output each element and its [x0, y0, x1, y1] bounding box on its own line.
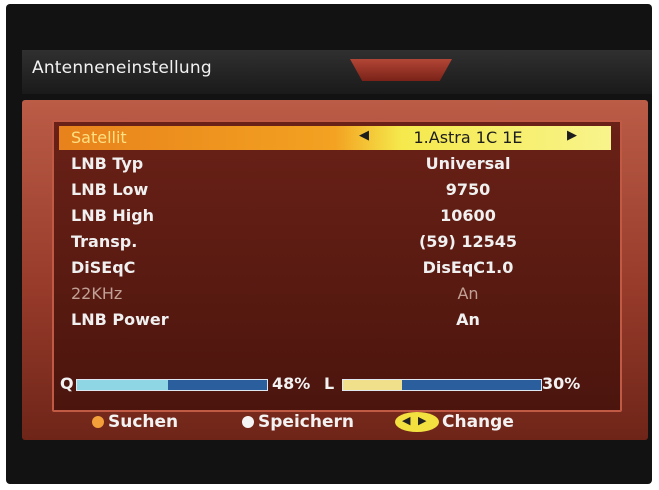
- setting-value: An: [457, 284, 479, 303]
- setting-row-satellit[interactable]: Satellit ◀ 1.Astra 1C 1E ▶: [59, 126, 611, 150]
- level-bar-fill: [343, 380, 403, 390]
- tv-screen: Antenneneinstellung Satellit ◀ 1.Astra 1…: [6, 4, 652, 484]
- white-key-icon: [242, 416, 254, 428]
- setting-row-lnb-power[interactable]: LNB Power An: [59, 308, 611, 332]
- setting-row-diseqc[interactable]: DiSEqC DisEqC1.0: [59, 256, 611, 280]
- save-button[interactable]: Speichern: [258, 412, 354, 432]
- orange-key-icon: [92, 416, 104, 428]
- search-button[interactable]: Suchen: [108, 412, 178, 432]
- arrow-right-icon[interactable]: ▶: [567, 128, 577, 143]
- setting-value: An: [456, 310, 480, 329]
- setting-label: Satellit: [71, 128, 127, 147]
- quality-label: Q: [60, 374, 74, 393]
- setting-label: LNB Typ: [71, 154, 144, 173]
- setting-value: Universal: [425, 154, 511, 173]
- left-right-key-icon: ◀ ▶: [395, 412, 439, 432]
- level-bar: [342, 379, 542, 391]
- setting-label: 22KHz: [71, 284, 123, 303]
- level-label: L: [324, 374, 335, 393]
- setting-row-transponder[interactable]: Transp. (59) 12545: [59, 230, 611, 254]
- setting-row-lnb-high[interactable]: LNB High 10600: [59, 204, 611, 228]
- setting-label: LNB Low: [71, 180, 149, 199]
- setting-label: Transp.: [71, 232, 138, 251]
- quality-percent: 48%: [272, 374, 311, 393]
- page-title: Antenneneinstellung: [32, 58, 212, 78]
- setting-row-lnb-low[interactable]: LNB Low 9750: [59, 178, 611, 202]
- setting-label: DiSEqC: [71, 258, 136, 277]
- setting-value: (59) 12545: [418, 232, 518, 251]
- setting-value: 1.Astra 1C 1E: [413, 128, 523, 147]
- title-tab-decoration: [350, 59, 452, 81]
- setting-row-lnb-typ[interactable]: LNB Typ Universal: [59, 152, 611, 176]
- setting-value: DisEqC1.0: [422, 258, 514, 277]
- quality-bar-fill: [77, 380, 169, 390]
- change-button[interactable]: Change: [442, 412, 514, 432]
- settings-panel: Satellit ◀ 1.Astra 1C 1E ▶ LNB Typ Unive…: [22, 100, 648, 440]
- quality-bar: [76, 379, 268, 391]
- setting-row-22khz: 22KHz An: [59, 282, 611, 306]
- setting-label: LNB High: [71, 206, 155, 225]
- settings-list: Satellit ◀ 1.Astra 1C 1E ▶ LNB Typ Unive…: [52, 120, 622, 412]
- setting-label: LNB Power: [71, 310, 169, 329]
- level-percent: 30%: [542, 374, 581, 393]
- setting-value: 10600: [440, 206, 496, 225]
- setting-value: 9750: [445, 180, 491, 199]
